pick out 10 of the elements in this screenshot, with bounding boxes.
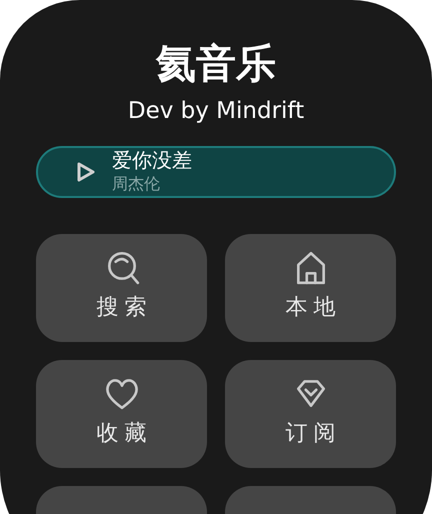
menu-tile[interactable]: 搜 索	[36, 234, 207, 342]
song-title: 爱你没差	[112, 149, 192, 174]
app-subtitle: Dev by Mindrift	[128, 97, 304, 126]
menu-tile[interactable]: 本 地	[225, 234, 396, 342]
artist-name: 周杰伦	[112, 175, 161, 195]
menu-tile[interactable]: 订 阅	[225, 360, 396, 468]
play-icon[interactable]	[76, 161, 96, 183]
now-playing-card[interactable]: 爱你没差 周杰伦	[36, 146, 396, 198]
menu-tile[interactable]: 收 藏	[36, 360, 207, 468]
app-title: 氦音乐	[156, 40, 276, 89]
